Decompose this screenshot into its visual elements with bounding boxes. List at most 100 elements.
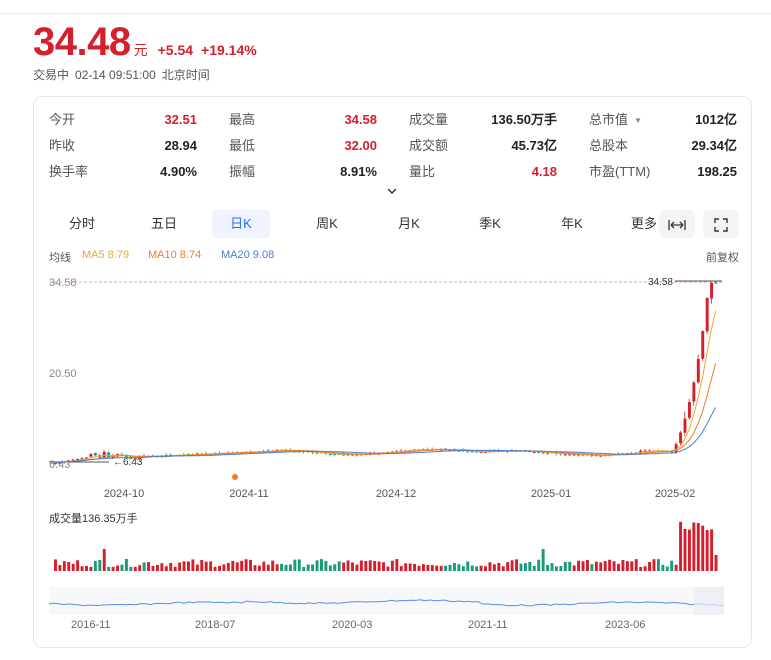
stat-value: 34.58	[344, 112, 377, 127]
stats-row: 昨收 28.94 最低 32.00 成交额 45.73亿 总股本 29.34亿	[49, 137, 739, 163]
tab-3[interactable]: 周K	[294, 210, 360, 238]
tab-label: 五日	[150, 216, 177, 231]
tab-label: 周K	[316, 216, 338, 231]
stat-value: 29.34亿	[691, 138, 737, 153]
volume-bar	[546, 565, 550, 571]
chevron-down-icon	[387, 188, 397, 195]
ma20-line	[54, 407, 717, 464]
volume-bar	[351, 562, 354, 571]
volume-bar	[523, 562, 527, 571]
volume-bar	[116, 565, 119, 571]
volume-bar	[337, 561, 341, 571]
x-tick-label: 2025-02	[655, 488, 695, 500]
volume-bar	[195, 564, 199, 571]
expand-stats-button[interactable]	[386, 185, 398, 199]
volume-bar	[266, 564, 270, 571]
caret-down-icon[interactable]: ▼	[634, 112, 642, 138]
volume-bar	[178, 562, 182, 571]
volume-bar	[674, 564, 678, 571]
kline-chart[interactable]: 34.5820.506.43 ←6.4334.582024-10 2024-11 20…	[34, 269, 753, 649]
volume-bar	[621, 560, 625, 571]
candle-body	[683, 418, 687, 433]
volume-bar	[710, 529, 714, 571]
x-tick-label: 2024-10	[104, 488, 144, 500]
volume-bar	[395, 559, 399, 571]
trade-status-text: 交易中	[33, 68, 70, 82]
tab-label: 年K	[561, 216, 583, 231]
volume-bar	[164, 566, 168, 571]
stat-label: 成交额	[409, 138, 449, 153]
volume-bar	[492, 564, 496, 571]
volume-bar	[359, 560, 363, 571]
volume-bar	[563, 561, 567, 571]
stat-label: 总股本	[589, 138, 629, 153]
volume-bar	[572, 565, 576, 571]
volume-bar	[160, 563, 164, 571]
stat-label: 最低	[229, 138, 256, 153]
volume-bar	[200, 559, 204, 571]
stat-value: 8.91%	[340, 164, 377, 179]
candle-body	[568, 454, 572, 456]
volume-bar	[519, 563, 523, 571]
price-change-percent: +19.14%	[201, 42, 257, 58]
volume-bar	[457, 564, 461, 571]
volume-bar	[714, 555, 718, 571]
volume-bar	[426, 564, 430, 571]
candle-body	[532, 451, 536, 453]
navigator-label: 2023-06	[605, 619, 645, 631]
tab-4[interactable]: 月K	[376, 210, 442, 238]
candle-body	[696, 359, 700, 383]
volume-bar	[430, 565, 434, 571]
volume-bar	[355, 564, 359, 571]
volume-bar	[275, 564, 279, 571]
stat-value: 198.25	[697, 164, 737, 179]
volume-bar	[204, 561, 208, 571]
volume-bar	[155, 564, 159, 571]
tab-0[interactable]: 分时	[49, 210, 115, 238]
volume-bar	[528, 561, 532, 571]
price-unit: 元	[133, 42, 148, 58]
volume-bar	[648, 561, 651, 571]
volume-bar	[107, 566, 111, 571]
volume-bar	[271, 560, 275, 571]
volume-bar	[182, 561, 186, 571]
volume-bar	[497, 562, 501, 571]
volume-bar	[568, 561, 572, 571]
volume-bar	[683, 528, 687, 571]
adjust-mode[interactable]: 前复权	[706, 249, 739, 265]
volume-bar	[120, 564, 124, 571]
volume-bar	[586, 560, 589, 571]
volume-bar	[187, 561, 190, 571]
y-tick-label: 34.58	[49, 277, 77, 289]
volume-bar	[408, 563, 412, 571]
volume-bar	[147, 562, 151, 571]
volume-bar	[444, 565, 448, 571]
volume-bar	[515, 559, 518, 571]
volume-bar	[687, 529, 691, 571]
volume-bar	[173, 566, 177, 571]
tab-1[interactable]: 五日	[131, 210, 197, 238]
volume-bar	[240, 560, 244, 571]
ma-label: 均线	[49, 252, 71, 264]
x-tick-label: 2024-12	[376, 488, 416, 500]
volume-bar	[244, 559, 248, 571]
tab-5[interactable]: 季K	[457, 210, 523, 238]
tab-label: 日K	[230, 216, 252, 231]
navigator-label: 2018-07	[195, 619, 235, 631]
stat-value: 136.50万手	[491, 112, 557, 127]
volume-bar	[368, 560, 372, 571]
volume-bar	[435, 565, 439, 571]
arrows-horizontal-icon[interactable]	[659, 210, 695, 238]
volume-bar	[399, 566, 403, 571]
trade-status: 交易中 02-14 09:51:00 北京时间	[33, 66, 216, 83]
volume-label: 成交量136.35万手	[49, 511, 138, 525]
stat-value: 1012亿	[695, 112, 737, 127]
volume-bar	[169, 563, 173, 571]
volume-bar	[71, 563, 75, 571]
candle-body	[714, 282, 718, 284]
volume-bar	[537, 559, 541, 571]
stat-label: 振幅	[229, 164, 256, 179]
expand-corners-icon[interactable]	[703, 210, 739, 238]
tab-6[interactable]: 年K	[539, 210, 605, 238]
tab-2[interactable]: 日K	[212, 210, 270, 238]
